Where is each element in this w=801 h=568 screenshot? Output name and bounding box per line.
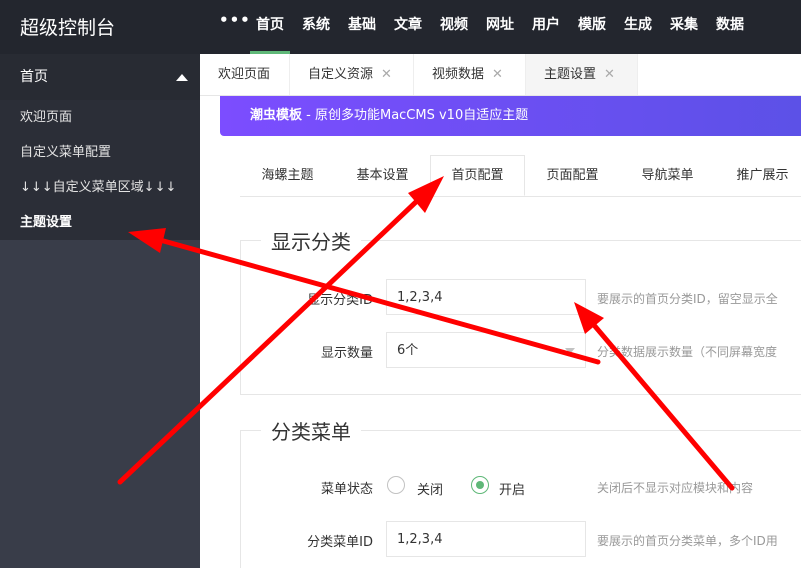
topnav-item-video[interactable]: 视频 [434, 0, 474, 51]
sidebar: 首页 欢迎页面 自定义菜单配置 ↓↓↓自定义菜单区域↓↓↓ 主题设置 [0, 54, 200, 568]
app-title: 超级控制台 [20, 17, 116, 39]
field-label: 显示数量 [320, 346, 373, 361]
caret-up-icon [176, 74, 188, 81]
tab-label: 主题设置 [544, 67, 597, 82]
topnav-item-user[interactable]: 用户 [526, 0, 566, 51]
sidebar-item-theme-settings[interactable]: 主题设置 [0, 205, 200, 240]
topnav-item-data[interactable]: 数据 [710, 0, 750, 51]
close-icon[interactable]: ✕ [492, 67, 503, 82]
subtab-hailuo-theme[interactable]: 海螺主题 [240, 156, 335, 196]
topnav-item-article[interactable]: 文章 [388, 0, 428, 51]
top-nav: 首页 系统 基础 文章 视频 网址 用户 模版 生成 采集 数据 [250, 0, 756, 54]
category-menu-id-input[interactable]: 1,2,3,4 [386, 521, 586, 557]
field-label: 分类菜单ID [307, 535, 373, 550]
top-bar: 超级控制台 ••• 首页 系统 基础 文章 视频 网址 用户 模版 生成 采集 数据 [0, 0, 801, 54]
select-value: 6个 [397, 343, 419, 358]
sidebar-group-home[interactable]: 首页 [0, 54, 200, 100]
topnav-item-home[interactable]: 首页 [250, 0, 290, 54]
close-icon[interactable]: ✕ [604, 67, 615, 82]
banner-desc: - 原创多功能MacCMS v10自适应主题 [302, 108, 529, 123]
radio-label: 开启 [499, 483, 526, 498]
section-title: 显示分类 [261, 226, 361, 255]
sidebar-item-custom-menu[interactable]: 自定义菜单配置 [0, 135, 200, 170]
topnav-item-collect[interactable]: 采集 [664, 0, 704, 51]
settings-tabs: 海螺主题 基本设置 首页配置 页面配置 导航菜单 推广展示 [240, 155, 801, 197]
field-hint: 要展示的首页分类ID，留空显示全 [597, 292, 778, 306]
fieldset-show-category: 显示分类 显示分类ID 1,2,3,4 要展示的首页分类ID，留空显示全 显示数… [240, 226, 801, 395]
display-count-select[interactable]: 6个 [386, 332, 586, 368]
subtab-home-config[interactable]: 首页配置 [430, 155, 525, 196]
tab-label: 视频数据 [432, 67, 485, 82]
tab-video-data[interactable]: 视频数据 ✕ [414, 54, 526, 95]
sidebar-group-label: 首页 [20, 69, 48, 85]
field-label: 显示分类ID [307, 293, 373, 308]
page-tabs: 欢迎页面 自定义资源 ✕ 视频数据 ✕ 主题设置 ✕ [200, 54, 801, 96]
category-id-input[interactable]: 1,2,3,4 [386, 279, 586, 315]
field-label: 菜单状态 [320, 482, 373, 497]
main-content: 潮虫模板 - 原创多功能MacCMS v10自适应主题 海螺主题 基本设置 首页… [200, 96, 801, 568]
topnav-item-basic[interactable]: 基础 [342, 0, 382, 51]
tab-label: 欢迎页面 [218, 67, 271, 82]
topnav-item-website[interactable]: 网址 [480, 0, 520, 51]
close-icon[interactable]: ✕ [381, 67, 392, 82]
topnav-item-generate[interactable]: 生成 [618, 0, 658, 51]
tab-custom-resource[interactable]: 自定义资源 ✕ [290, 54, 414, 95]
tab-theme-settings[interactable]: 主题设置 ✕ [526, 54, 638, 95]
section-title: 分类菜单 [261, 416, 361, 445]
more-menu-icon[interactable]: ••• [219, 11, 251, 29]
field-hint: 要展示的首页分类菜单，多个ID用 [597, 534, 778, 548]
topnav-item-template[interactable]: 模版 [572, 0, 612, 51]
field-hint: 关闭后不显示对应模块和内容 [597, 481, 754, 495]
subtab-page-config[interactable]: 页面配置 [525, 156, 620, 196]
fieldset-category-menu: 分类菜单 菜单状态 关闭 开启 关闭后不显示对应模块和内容 分类菜单ID 1,2… [240, 416, 801, 568]
topnav-item-system[interactable]: 系统 [296, 0, 336, 51]
radio-label: 关闭 [417, 483, 444, 498]
subtab-basic-settings[interactable]: 基本设置 [335, 156, 430, 196]
radio-off[interactable] [387, 476, 405, 494]
field-hint: 分类数据展示数量（不同屏幕宽度 [597, 345, 778, 359]
sidebar-item-custom-area[interactable]: ↓↓↓自定义菜单区域↓↓↓ [0, 170, 200, 205]
banner-name: 潮虫模板 [250, 108, 303, 123]
theme-banner: 潮虫模板 - 原创多功能MacCMS v10自适应主题 [220, 96, 801, 136]
subtab-nav-menu[interactable]: 导航菜单 [620, 156, 715, 196]
tab-label: 自定义资源 [308, 67, 374, 82]
sidebar-sublist: 欢迎页面 自定义菜单配置 ↓↓↓自定义菜单区域↓↓↓ 主题设置 [0, 100, 200, 240]
subtab-promo-display[interactable]: 推广展示 [715, 156, 801, 196]
tab-welcome[interactable]: 欢迎页面 [200, 54, 290, 95]
chevron-down-icon [565, 348, 575, 354]
radio-on[interactable] [471, 476, 489, 494]
sidebar-item-welcome[interactable]: 欢迎页面 [0, 100, 200, 135]
